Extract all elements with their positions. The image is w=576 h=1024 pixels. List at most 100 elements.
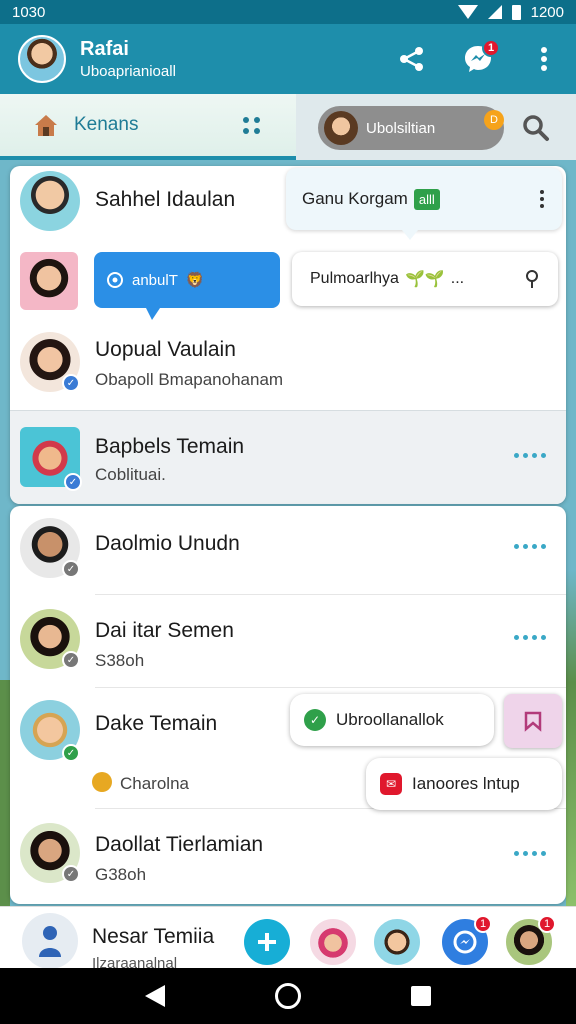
more-horiz-icon[interactable]	[514, 544, 546, 549]
check-circle-icon: ✓	[304, 709, 326, 731]
chat-preview: Coblituai.	[95, 465, 166, 484]
tab-pill-label: Ubolsiltian	[366, 119, 436, 137]
verified-icon: ✓	[62, 651, 80, 669]
chat-preview: G38oh	[95, 865, 147, 884]
person-icon	[39, 926, 61, 957]
verified-icon: ✓	[62, 865, 80, 883]
chip-red-label: Ianoores lntup	[412, 774, 520, 793]
app-bar: Rafai Uboaprianioall 1	[0, 24, 576, 94]
avatar	[20, 252, 78, 310]
emoji-icon: 🌱🌱	[404, 271, 445, 288]
pill-badge: D	[484, 110, 504, 130]
bubble-blue-text: anbulT	[132, 271, 178, 289]
chat-name: Sahhel Idaulan	[95, 188, 236, 211]
home-icon	[35, 115, 57, 136]
contact-avatar[interactable]	[372, 917, 422, 967]
emoji-icon: 🦁	[185, 272, 205, 289]
chat-row[interactable]: ✓ Uopual Vaulain Obapoll Bmapanohanam	[10, 324, 566, 408]
chat-name: Bapbels Temain	[95, 435, 245, 458]
verified-icon: ✓	[62, 374, 80, 392]
battery-icon	[511, 4, 521, 20]
bubble-gray-text: Pulmoarlhya	[310, 270, 399, 287]
tab-pill[interactable]: Ubolsiltian D	[318, 106, 504, 150]
chat-preview: S38oh	[95, 651, 145, 670]
action-chip-red[interactable]: ✉ Ianoores lntup	[366, 758, 562, 810]
location-pin-icon[interactable]	[524, 269, 540, 289]
plus-icon	[258, 933, 276, 951]
more-vert-icon	[541, 47, 547, 71]
home-button-icon[interactable]	[275, 983, 301, 1009]
bookmark-button[interactable]	[504, 694, 562, 748]
app-title: Rafai	[80, 38, 129, 60]
message-bubble-blue[interactable]: anbulT 🦁	[94, 252, 280, 320]
back-icon[interactable]	[145, 985, 165, 1007]
bottom-dock: Nesar Temiia Ilzaraanalnal 1 1	[0, 906, 576, 969]
pill-avatar	[324, 111, 358, 145]
bookmark-icon	[524, 711, 542, 732]
contact-avatar[interactable]: 1	[504, 915, 556, 967]
status-time-right: 1200	[530, 3, 564, 21]
status-bar: 1030 1200	[0, 0, 576, 24]
chat-name: Dai itar Semen	[95, 619, 234, 642]
notification-badge: 1	[538, 915, 556, 933]
messenger-button[interactable]: 1	[460, 39, 500, 77]
chat-preview: Obapoll Bmapanohanam	[95, 370, 284, 389]
message-bubble-gray[interactable]: Pulmoarlhya 🌱🌱 ...	[292, 252, 558, 306]
chat-name: Dake Temain	[95, 712, 218, 735]
notification-badge: 1	[474, 915, 492, 933]
background-scenery-left	[0, 680, 10, 906]
status-icons: 1200	[457, 3, 564, 21]
verified-icon: ✓	[62, 744, 80, 762]
notification-badge: 1	[482, 39, 500, 57]
message-bubble-top[interactable]: Ganu Korgam alll	[286, 168, 562, 240]
signal-icon	[487, 5, 502, 19]
profile-avatar[interactable]	[18, 35, 66, 83]
chat-row-selected[interactable]: ✓ Bapbels Temain Coblituai.	[10, 410, 566, 504]
chip-green-label: Ubroollanallok	[336, 710, 444, 729]
overflow-menu-button[interactable]	[526, 41, 562, 77]
my-status: Ilzaraanalnal	[92, 955, 178, 969]
my-name: Nesar Temiia	[92, 925, 215, 948]
more-horiz-icon[interactable]	[514, 635, 546, 640]
messenger-icon	[453, 930, 477, 954]
tab-home-label: Kenans	[74, 114, 139, 135]
share-icon	[400, 47, 423, 71]
add-button[interactable]	[244, 919, 290, 965]
share-button[interactable]	[394, 41, 430, 77]
app-actions: 1	[394, 39, 562, 77]
verified-icon: ✓	[62, 560, 80, 578]
mail-icon: ✉	[380, 773, 402, 795]
background-scenery	[566, 160, 576, 906]
app-subtitle: Uboaprianioall	[80, 63, 176, 80]
grid-dots-icon[interactable]	[243, 116, 260, 134]
navigation-bar	[0, 968, 576, 1024]
recent-apps-icon[interactable]	[411, 986, 431, 1006]
chat-row[interactable]: ✓ Daollat Tierlamian G38oh	[10, 809, 566, 904]
search-icon[interactable]	[520, 112, 552, 144]
messenger-shortcut[interactable]: 1	[440, 915, 492, 967]
target-icon	[107, 272, 123, 288]
chat-preview: Charolna	[120, 774, 189, 793]
contact-avatar[interactable]	[308, 917, 358, 967]
chat-panel-top: Sahhel Idaulan Ganu Korgam alll anbulT 🦁…	[10, 166, 566, 504]
status-dot-icon	[92, 772, 112, 792]
chat-row[interactable]: ✓ Dai itar Semen S38oh	[10, 595, 566, 687]
bubble-top-badge: alll	[413, 188, 440, 210]
more-horiz-icon[interactable]	[514, 453, 546, 458]
tab-row: Kenans Ubolsiltian D	[0, 94, 576, 160]
chat-name: Daolmio Unudn	[95, 532, 240, 555]
chat-name: Uopual Vaulain	[95, 338, 236, 361]
tab-home[interactable]: Kenans	[0, 94, 296, 160]
chat-row[interactable]: ✓ Daolmio Unudn	[10, 506, 566, 594]
more-horiz-icon[interactable]	[514, 851, 546, 856]
my-avatar[interactable]	[22, 913, 78, 969]
more-vert-icon[interactable]	[540, 190, 544, 208]
app-titles: Rafai Uboaprianioall	[80, 38, 176, 80]
status-time-left: 1030	[12, 3, 46, 21]
verified-icon: ✓	[64, 473, 82, 491]
bubble-gray-ellipsis: ...	[450, 270, 465, 287]
bubble-top-text: Ganu Korgam	[302, 189, 408, 208]
chat-name: Daollat Tierlamian	[95, 833, 264, 856]
action-chip-green[interactable]: ✓ Ubroollanallok	[290, 694, 494, 746]
avatar	[20, 171, 80, 231]
